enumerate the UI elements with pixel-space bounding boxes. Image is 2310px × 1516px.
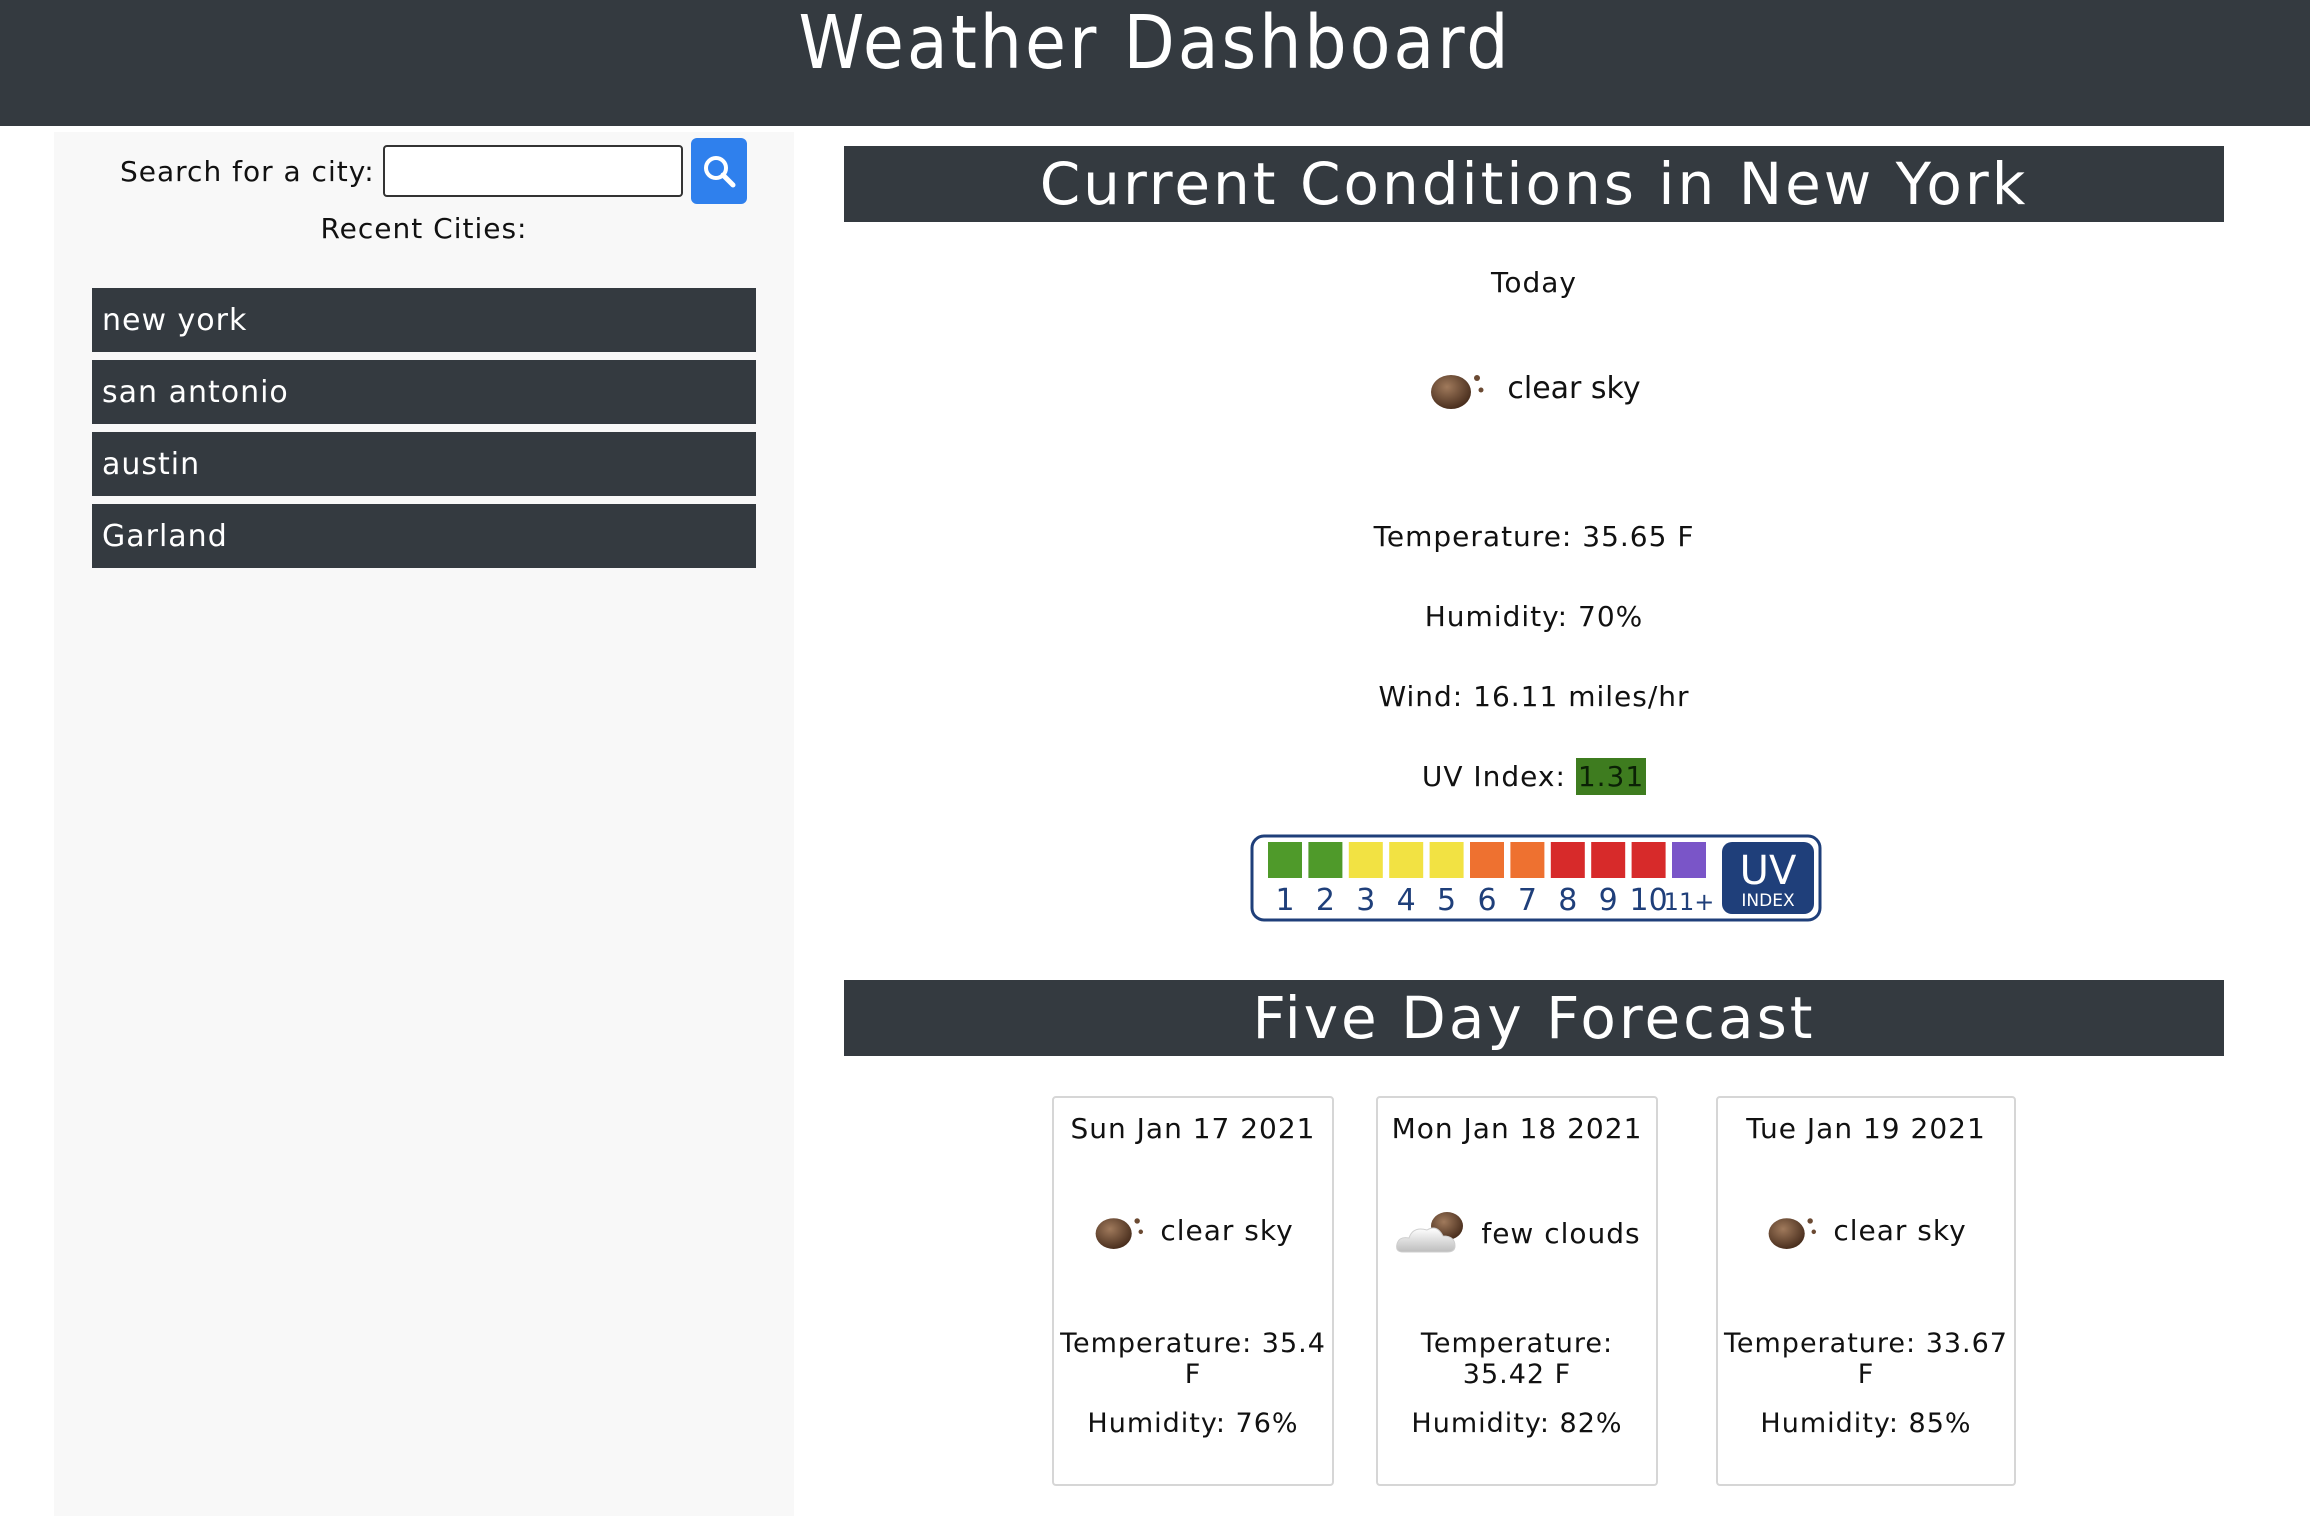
recent-city-new-york[interactable]: new york [92,288,756,352]
uv-scale-box [1470,842,1504,878]
current-condition-row: clear sky [844,364,2224,412]
uv-scale-box [1550,842,1585,878]
forecast-condition-text: clear sky [1160,1213,1294,1247]
uv-scale-box [1631,842,1666,878]
few-clouds-icon [1396,1212,1464,1253]
uv-scale-number: 4 [1397,883,1416,918]
current-conditions-header: Current Conditions in New York [844,146,2224,222]
forecast-condition-row: clear sky [1718,1208,2014,1252]
forecast-date: Mon Jan 18 2021 [1391,1112,1643,1145]
recent-city-austin[interactable]: austin [92,432,756,496]
forecast-humidity: Humidity: 76% [1087,1408,1299,1439]
uv-scale-number: 9 [1599,883,1618,918]
recent-cities-list: new york san antonio austin Garland [92,288,756,576]
current-uv-row: UV Index: 1.31 [844,758,2224,795]
forecast-card: Sun Jan 17 2021 clear sky Temperature: 3… [1052,1096,1334,1486]
clear-sky-icon [1431,375,1484,409]
uv-badge-small-text: INDEX [1741,891,1795,911]
recent-city-garland[interactable]: Garland [92,504,756,568]
app-title: Weather Dashboard [798,0,1512,86]
uv-scale-number: 7 [1518,883,1537,918]
five-day-forecast-header: Five Day Forecast [844,980,2224,1056]
search-row: Search for a city: [120,138,747,204]
forecast-temperature: Temperature: 33.67 F [1723,1328,2008,1390]
forecast-condition-text: clear sky [1833,1213,1967,1247]
forecast-humidity: Humidity: 82% [1411,1408,1623,1439]
uv-scale-box [1591,842,1626,878]
uv-scale-number: 11+ [1664,888,1715,916]
uv-scale-box [1429,842,1464,878]
uv-scale-box [1389,842,1424,878]
clear-sky-icon [1095,1218,1144,1249]
uv-scale-number: 3 [1356,883,1375,918]
current-temperature: Temperature: 35.65 F [1373,520,1695,553]
uv-scale-box [1672,842,1706,878]
uv-scale-box [1510,842,1545,878]
uv-index-label: UV Index: [1421,760,1566,793]
current-condition-text: clear sky [1507,370,1641,406]
top-header-bar: Weather Dashboard [0,0,2310,126]
forecast-temperature: Temperature: 35.42 F [1420,1328,1614,1390]
forecast-condition-text: few clouds [1481,1216,1641,1250]
uv-scale-number: 2 [1316,883,1335,918]
recent-cities-heading: Recent Cities: [320,212,528,245]
forecast-date: Sun Jan 17 2021 [1070,1112,1316,1145]
uv-scale-number: 8 [1558,883,1577,918]
current-wind: Wind: 16.11 miles/hr [1378,680,1690,713]
forecast-condition-row: few clouds [1378,1208,1656,1258]
sidebar: Search for a city: Recent Cities: new yo… [54,132,794,1516]
clear-sky-icon [1768,1218,1817,1249]
uv-index-value: 1.31 [1575,758,1647,795]
uv-index-scale: 1 2 3 4 5 6 7 8 9 1011+ UV INDEX [1250,834,1822,922]
search-button[interactable] [690,138,747,204]
uv-scale-number: 5 [1437,883,1456,918]
uv-scale-box [1308,842,1343,878]
uv-scale-box [1268,842,1302,878]
today-label: Today [1491,266,1577,299]
uv-badge-big-text: UV [1740,848,1797,894]
uv-scale-number: 6 [1477,883,1496,918]
search-icon [703,156,736,188]
forecast-temperature: Temperature: 35.4 F [1060,1328,1326,1390]
uv-scale-number: 10 [1630,883,1668,918]
search-label: Search for a city: [120,154,375,188]
forecast-condition-row: clear sky [1054,1208,1332,1252]
city-search-input[interactable] [382,145,683,197]
forecast-humidity: Humidity: 85% [1760,1408,1972,1439]
current-humidity: Humidity: 70% [1424,600,1644,633]
forecast-date: Tue Jan 19 2021 [1746,1112,1986,1145]
uv-scale-box [1348,842,1383,878]
forecast-card: Tue Jan 19 2021 clear sky Temperature: 3… [1716,1096,2016,1486]
main-content: Current Conditions in New York Today cle… [844,146,2224,1486]
recent-city-san-antonio[interactable]: san antonio [92,360,756,424]
uv-scale-number: 1 [1275,883,1294,918]
forecast-card: Mon Jan 18 2021 few clouds Temperature: … [1376,1096,1658,1486]
